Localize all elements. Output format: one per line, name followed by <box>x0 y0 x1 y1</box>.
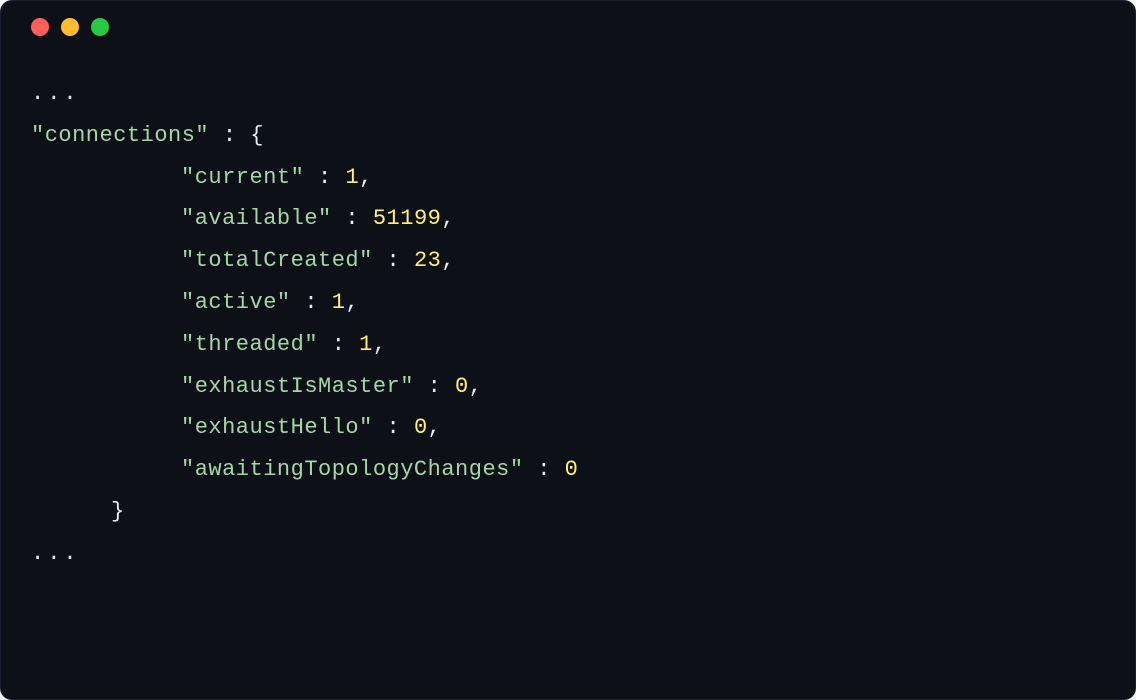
root-key-line: "connections" : { <box>31 115 1105 157</box>
entry-line: "exhaustIsMaster" : 0, <box>31 366 1105 408</box>
entry-value: 1 <box>345 165 359 190</box>
code-area: ... "connections" : { "current" : 1,"ava… <box>1 53 1135 605</box>
entry-key: "exhaustHello" <box>181 415 373 440</box>
ellipsis-top: ... <box>31 73 1105 115</box>
entry-separator: : <box>318 332 359 357</box>
minimize-icon[interactable] <box>61 18 79 36</box>
entry-separator: : <box>304 165 345 190</box>
maximize-icon[interactable] <box>91 18 109 36</box>
terminal-window: ... "connections" : { "current" : 1,"ava… <box>0 0 1136 700</box>
entry-line: "awaitingTopologyChanges" : 0 <box>31 449 1105 491</box>
entry-value: 23 <box>414 248 441 273</box>
entry-line: "available" : 51199, <box>31 198 1105 240</box>
entry-key: "awaitingTopologyChanges" <box>181 457 524 482</box>
entry-trail: , <box>359 165 373 190</box>
entry-key: "current" <box>181 165 304 190</box>
entry-trail: , <box>469 374 483 399</box>
entry-separator: : <box>373 248 414 273</box>
close-brace-line: } <box>31 491 1105 533</box>
entry-line: "active" : 1, <box>31 282 1105 324</box>
close-icon[interactable] <box>31 18 49 36</box>
entry-trail: , <box>373 332 387 357</box>
entry-value: 51199 <box>373 206 442 231</box>
entries-container: "current" : 1,"available" : 51199,"total… <box>31 157 1105 491</box>
entry-trail: , <box>345 290 359 315</box>
entry-separator: : <box>332 206 373 231</box>
ellipsis-bottom: ... <box>31 533 1105 575</box>
entry-value: 0 <box>565 457 579 482</box>
open-brace: : { <box>209 123 264 148</box>
title-bar <box>1 1 1135 53</box>
entry-key: "exhaustIsMaster" <box>181 374 414 399</box>
entry-key: "active" <box>181 290 291 315</box>
entry-trail: , <box>428 415 442 440</box>
entry-separator: : <box>373 415 414 440</box>
entry-line: "threaded" : 1, <box>31 324 1105 366</box>
entry-key: "available" <box>181 206 332 231</box>
close-brace: } <box>111 499 125 524</box>
root-key: "connections" <box>31 123 209 148</box>
entry-value: 1 <box>359 332 373 357</box>
entry-separator: : <box>524 457 565 482</box>
entry-separator: : <box>414 374 455 399</box>
entry-line: "exhaustHello" : 0, <box>31 407 1105 449</box>
entry-trail: , <box>441 206 455 231</box>
entry-separator: : <box>291 290 332 315</box>
entry-key: "totalCreated" <box>181 248 373 273</box>
entry-value: 0 <box>414 415 428 440</box>
entry-value: 1 <box>332 290 346 315</box>
entry-line: "current" : 1, <box>31 157 1105 199</box>
entry-line: "totalCreated" : 23, <box>31 240 1105 282</box>
entry-trail: , <box>441 248 455 273</box>
entry-value: 0 <box>455 374 469 399</box>
entry-key: "threaded" <box>181 332 318 357</box>
